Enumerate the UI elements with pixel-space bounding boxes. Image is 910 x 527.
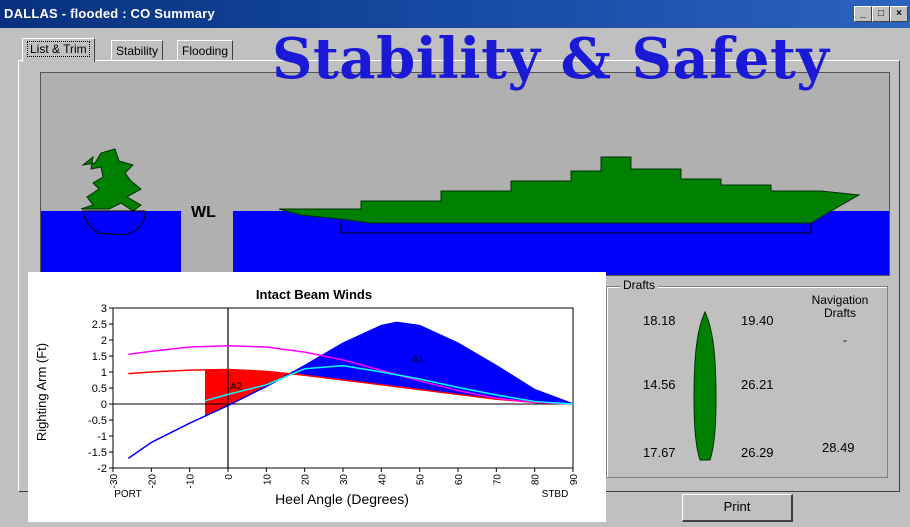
chart-x-axis-label: Heel Angle (Degrees) (275, 491, 409, 507)
x-tick-label-6: 30 (339, 474, 350, 486)
tab-stability-label: Stability (116, 44, 159, 58)
ship-plan-view (693, 310, 717, 461)
area-label-a1: A1 (412, 354, 425, 365)
minimize-button[interactable]: _ (854, 6, 872, 22)
stbd-label: STBD (542, 489, 569, 500)
area-label-a2: A2 (230, 382, 243, 393)
tab-flooding-label: Flooding (182, 44, 229, 58)
wl-label: WL (191, 204, 216, 221)
x-tick-label-7: 40 (377, 474, 388, 486)
ship-scene-svg: WL (41, 148, 889, 275)
drafts-legend: Drafts (620, 278, 659, 292)
y-tick-label-2: 2 (101, 335, 107, 347)
x-tick-label-10: 70 (492, 474, 503, 486)
app-window: DALLAS - flooded : CO Summary _ □ × List… (0, 0, 910, 527)
navigation-drafts-label: Navigation Drafts (790, 294, 890, 320)
x-tick-label-8: 50 (416, 474, 427, 486)
nav-draft-aft: 28.49 (822, 440, 855, 455)
tab-flooding[interactable]: Flooding (177, 40, 234, 61)
y-tick-label-10: -2 (97, 463, 107, 475)
x-tick-label-3: 0 (224, 474, 235, 480)
tab-stability[interactable]: Stability (111, 40, 164, 61)
y-tick-label-0: 3 (101, 303, 107, 315)
tab-list-trim[interactable]: List & Trim (22, 38, 95, 62)
ship-plan-shape (693, 310, 717, 461)
draft-mid-right: 26.21 (741, 377, 774, 392)
print-button[interactable]: Print (682, 494, 793, 522)
title-bar[interactable]: DALLAS - flooded : CO Summary _ □ × (0, 0, 910, 28)
y-tick-label-4: 1 (101, 367, 107, 379)
chart-svg: Intact Beam Winds Heel Angle (Degrees) R… (34, 287, 580, 507)
x-tick-label-5: 20 (301, 474, 312, 486)
draft-aft-left: 17.67 (643, 445, 676, 460)
overlay-title: Stability & Safety (272, 26, 830, 92)
x-tick-label-9: 60 (454, 474, 465, 486)
y-tick-label-9: -1.5 (88, 447, 107, 459)
chart-plot-area: 3 2.5 2 1.5 1 0.5 0 -0.5 -1 -1.5 -2-30 -20 -10 0 10 20 3… (88, 303, 580, 488)
x-tick-label-12: 90 (569, 474, 580, 486)
port-label: PORT (114, 489, 142, 500)
tab-list-trim-label: List & Trim (27, 41, 90, 57)
ship-bow-view (80, 148, 142, 212)
draft-fwd-right: 19.40 (741, 313, 774, 328)
x-tick-label-0: -30 (109, 474, 120, 489)
y-tick-label-6: 0 (101, 399, 107, 411)
x-tick-label-2: -10 (186, 474, 197, 489)
y-tick-label-1: 2.5 (92, 319, 107, 331)
chart-title: Intact Beam Winds (256, 287, 372, 302)
draft-mid-left: 14.56 (643, 377, 676, 392)
draft-aft-right: 26.29 (741, 445, 774, 460)
maximize-button[interactable]: □ (872, 6, 890, 22)
y-tick-label-8: -1 (97, 431, 107, 443)
y-tick-label-5: 0.5 (92, 383, 107, 395)
close-button[interactable]: × (890, 6, 908, 22)
righting-arm-chart: Intact Beam Winds Heel Angle (Degrees) R… (28, 272, 606, 522)
x-tick-label-1: -20 (147, 474, 158, 489)
nav-draft-fwd: - (843, 333, 847, 347)
y-tick-label-3: 1.5 (92, 351, 107, 363)
nav-label-line2: Drafts (823, 306, 856, 320)
ship-profile (278, 156, 861, 224)
draft-fwd-left: 18.18 (643, 313, 676, 328)
window-title: DALLAS - flooded : CO Summary (4, 6, 215, 21)
x-tick-label-11: 80 (531, 474, 542, 486)
y-tick-label-7: -0.5 (88, 415, 107, 427)
water-left (41, 211, 181, 275)
ship-scene: WL (40, 72, 890, 276)
x-tick-label-4: 10 (262, 474, 273, 486)
chart-y-axis-label: Righting Arm (Ft) (34, 343, 49, 441)
